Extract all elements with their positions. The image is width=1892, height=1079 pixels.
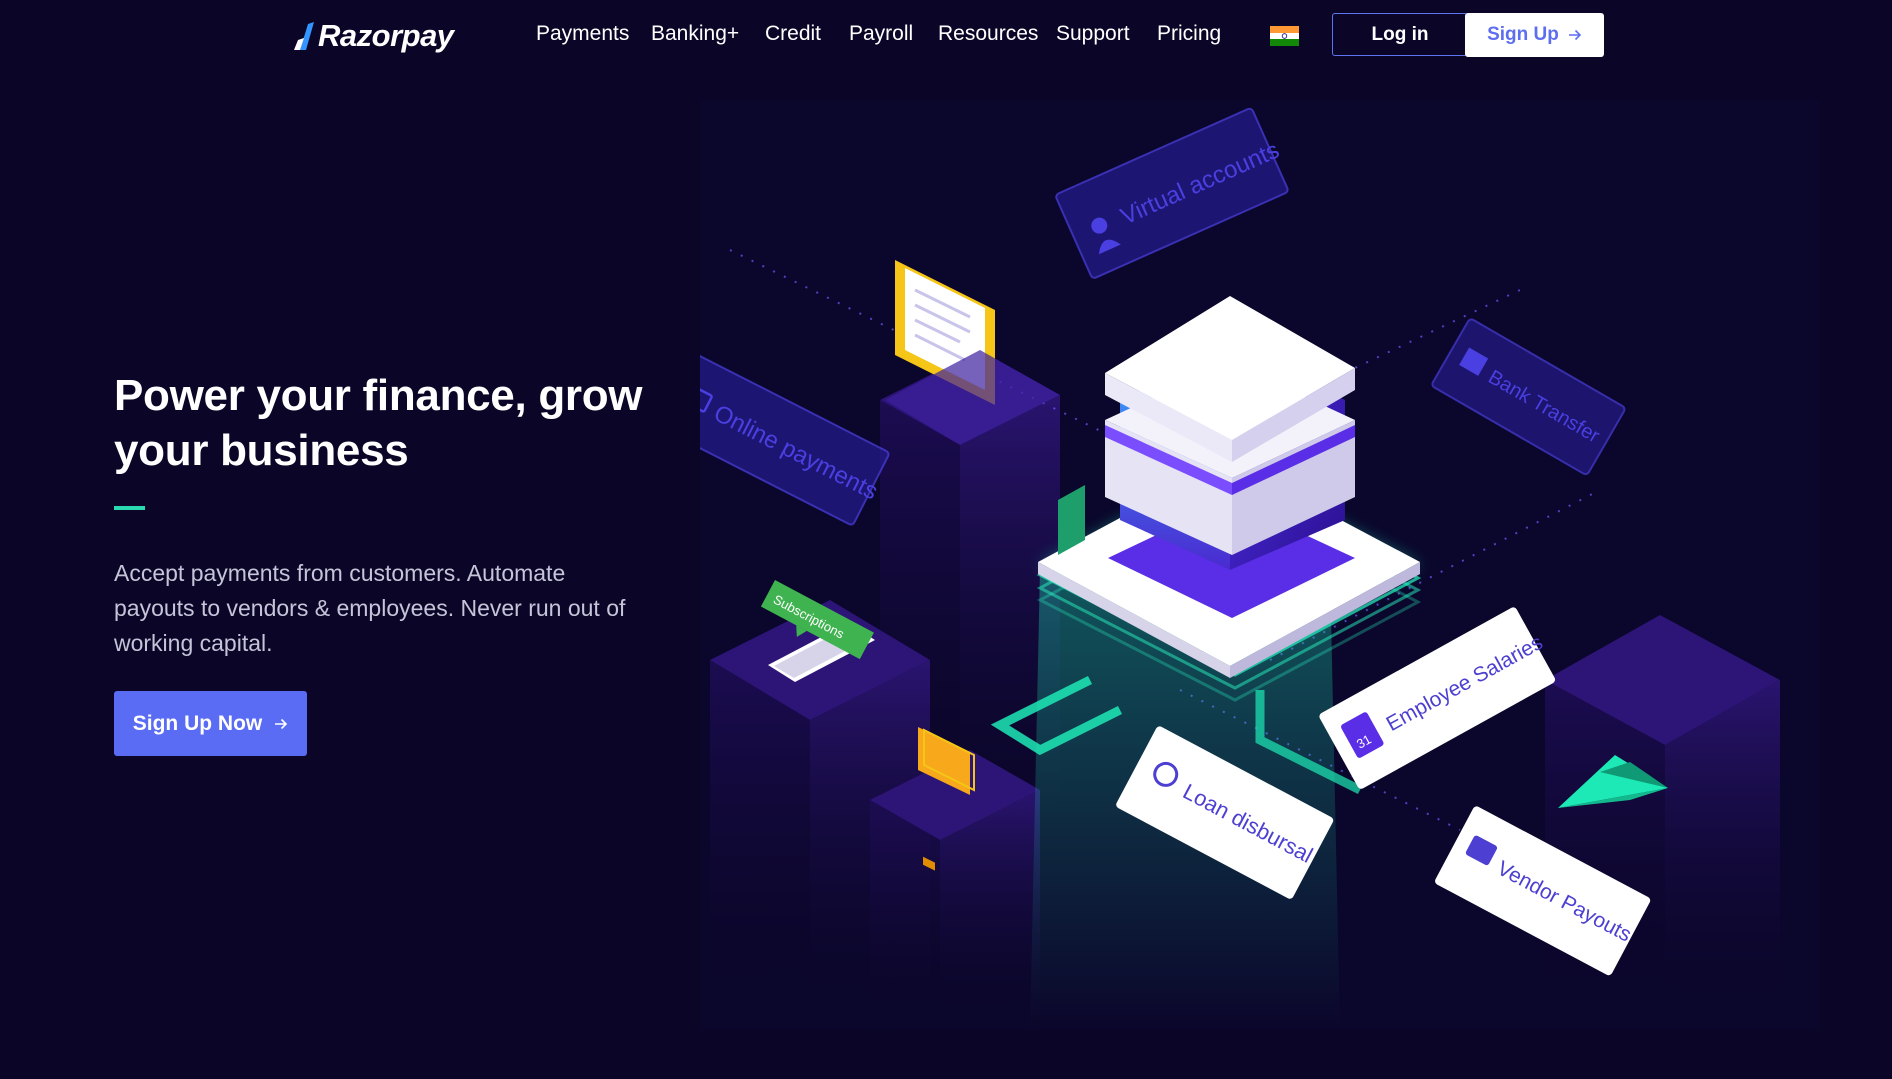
nav-support[interactable]: Support [1056,22,1130,46]
login-label: Log in [1371,23,1429,45]
nav-credit[interactable]: Credit [765,22,821,46]
hero-subtitle-line: working capital. [114,630,273,656]
razorpay-logo[interactable]: Razorpay [294,16,454,56]
hero-title-line: Power your finance, grow [114,371,643,420]
india-flag-icon[interactable] [1270,26,1299,46]
razorpay-logo-icon [294,22,314,50]
top-navigation: Razorpay Payments Banking+ Credit Payrol… [0,0,1892,72]
nav-payments[interactable]: Payments [536,22,629,46]
hero-title-line: your business [114,426,409,475]
nav-pricing[interactable]: Pricing [1157,22,1221,46]
brand-name: Razorpay [318,18,454,53]
pillar-left-mid [870,750,1040,1030]
arrow-right-icon [275,718,288,729]
hero-subtitle-line: Accept payments from customers. Automate [114,560,566,586]
pillar-right [1545,615,1780,1030]
signup-now-label: Sign Up Now [132,711,263,735]
accent-divider [114,506,145,510]
arrow-right-icon [1568,29,1582,41]
signup-label: Sign Up [1487,24,1559,45]
nav-resources[interactable]: Resources [938,22,1038,46]
login-button[interactable]: Log in [1332,13,1468,56]
signup-button[interactable]: Sign Up [1465,13,1604,57]
hero-subtitle: Accept payments from customers. Automate… [114,556,654,661]
nav-payroll[interactable]: Payroll [849,22,913,46]
hero-illustration: Virtual accounts Online payments Bank Tr… [700,100,1820,1030]
nav-banking-plus[interactable]: Banking+ [651,22,739,46]
hero-title: Power your finance, grow your business [114,368,714,478]
signup-now-button[interactable]: Sign Up Now [114,691,307,756]
hero-subtitle-line: payouts to vendors & employees. Never ru… [114,595,626,621]
